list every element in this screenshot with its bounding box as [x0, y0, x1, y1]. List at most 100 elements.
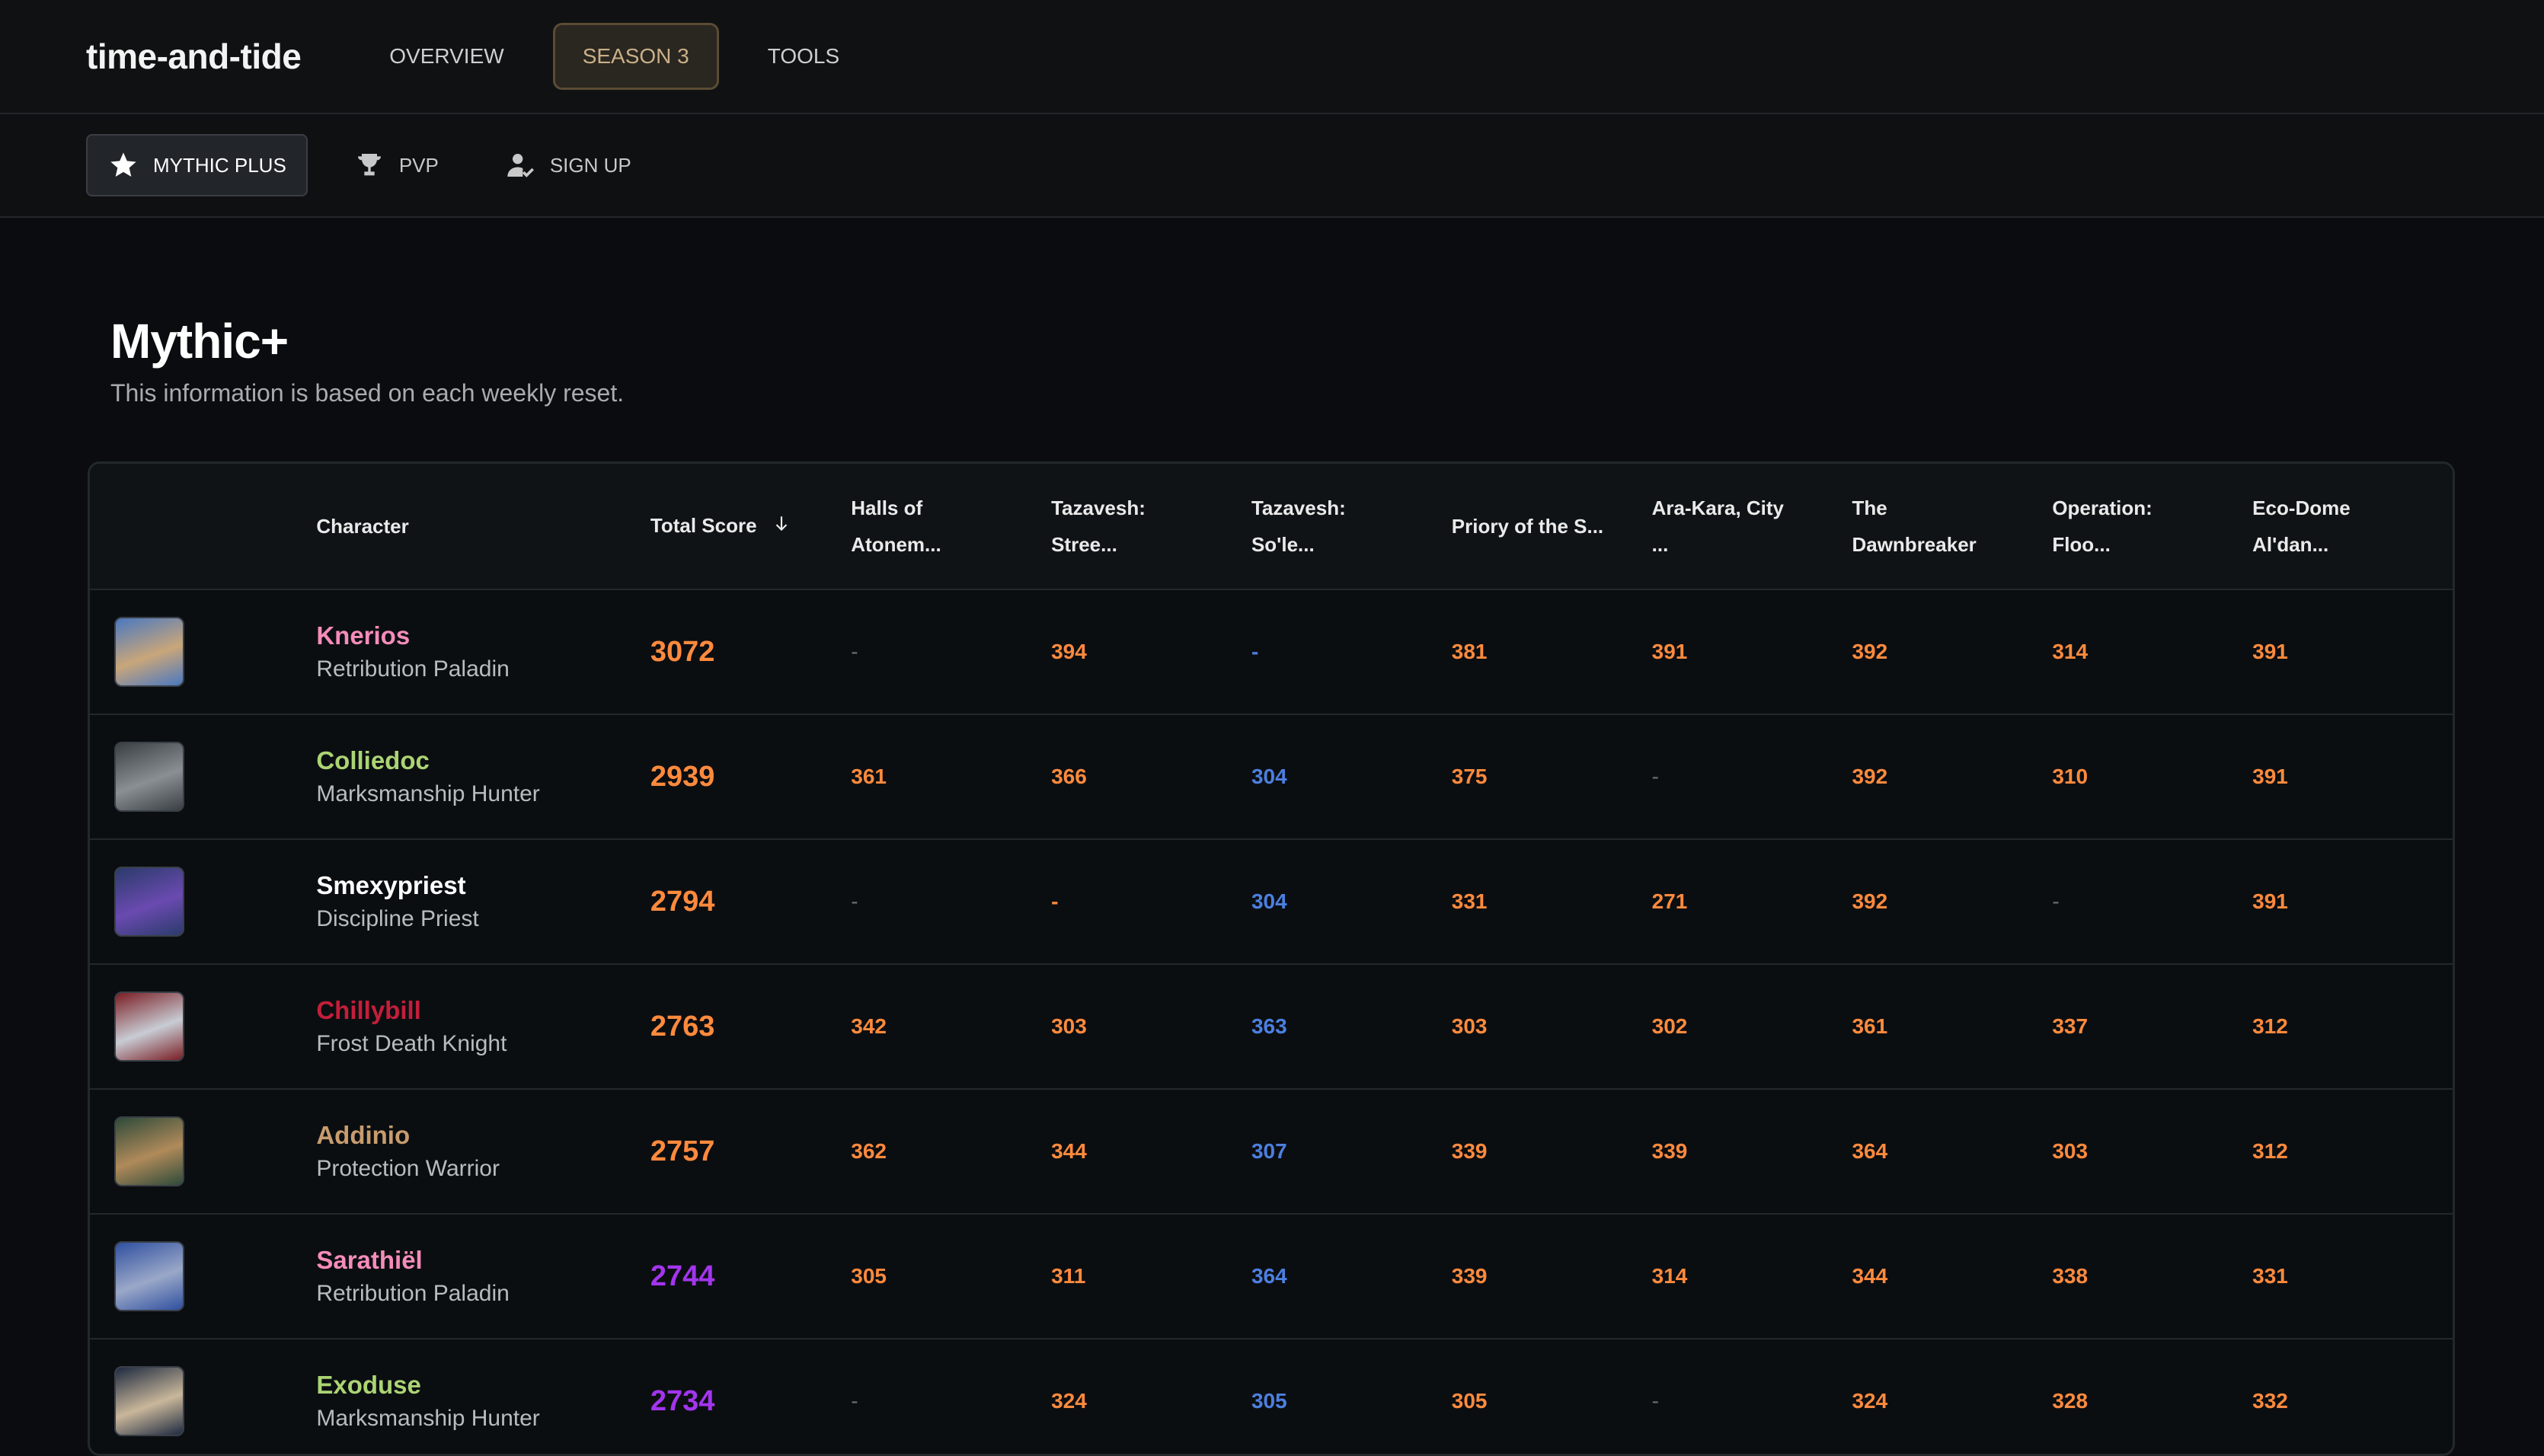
avatar-cell [90, 991, 316, 1062]
character-spec: Retribution Paladin [316, 1281, 510, 1306]
dungeon-score: 381 [1451, 640, 1488, 663]
character-spec: Protection Warrior [316, 1156, 500, 1181]
star-icon [107, 149, 139, 181]
dungeon-score: 375 [1451, 765, 1488, 788]
subtab-label: MYTHIC PLUS [153, 153, 286, 177]
character-name[interactable]: Smexypriest [316, 871, 650, 900]
dungeon-score: 303 [1451, 1014, 1488, 1038]
dungeon-score: 312 [2252, 1139, 2288, 1163]
avatar-cell [90, 617, 316, 687]
dungeon-score: 332 [2252, 1389, 2288, 1413]
dungeon-score: 310 [2052, 765, 2089, 788]
dungeon-score: - [851, 640, 858, 663]
subtab-pvp[interactable]: PVP [334, 134, 459, 196]
header-line: The [1852, 497, 1887, 519]
table-row[interactable]: Addinio Protection Warrior 2757 362 344 307 33… [90, 1090, 2453, 1215]
dungeon-score: 331 [2252, 1264, 2288, 1288]
header-dungeon[interactable]: Tazavesh: Stree... [1051, 490, 1251, 563]
dungeon-score: 311 [1051, 1264, 1086, 1288]
tab-season-3[interactable]: SEASON 3 [552, 23, 719, 90]
table-header: Character Total Score Halls of Atonem... … [90, 464, 2453, 590]
avatar [114, 1366, 184, 1436]
dungeon-score: 314 [1651, 1264, 1688, 1288]
header-line: Floo... [2052, 533, 2111, 556]
header-total-label: Total Score [650, 513, 757, 537]
character-spec: Retribution Paladin [316, 656, 510, 682]
character-cell: Knerios Retribution Paladin [316, 621, 650, 682]
avatar [114, 867, 184, 937]
tab-overview[interactable]: OVERVIEW [362, 23, 531, 90]
total-score: 2763 [650, 1010, 715, 1043]
header-character[interactable]: Character [316, 508, 650, 544]
dungeon-score: 307 [1251, 1139, 1287, 1163]
header-line: Ara-Kara, City [1651, 497, 1785, 519]
dungeon-score: 324 [1852, 1389, 1888, 1413]
trophy-icon [353, 149, 385, 181]
avatar-cell [90, 1366, 316, 1436]
top-nav: time-and-tide OVERVIEW SEASON 3 TOOLS [0, 0, 2544, 114]
dungeon-score: 344 [1852, 1264, 1888, 1288]
avatar [114, 742, 184, 812]
app-title[interactable]: time-and-tide [86, 36, 302, 77]
dungeon-score: - [851, 889, 858, 913]
dungeon-score: 303 [1051, 1014, 1087, 1038]
total-score: 2757 [650, 1135, 715, 1167]
table-row[interactable]: Exoduse Marksmanship Hunter 2734 - 324 305 305… [90, 1339, 2453, 1454]
header-total-score[interactable]: Total Score [650, 507, 851, 545]
page-subtitle: This information is based on each weekly… [110, 379, 625, 407]
header-line: Dawnbreaker [1852, 533, 1977, 556]
total-score: 2939 [650, 760, 715, 793]
header-dungeon[interactable]: Priory of the S... [1452, 508, 1652, 544]
table-row[interactable]: Chillybill Frost Death Knight 2763 342 303 36… [90, 965, 2453, 1090]
character-name[interactable]: Addinio [316, 1121, 650, 1150]
dungeon-score: - [851, 1389, 858, 1413]
character-name[interactable]: Chillybill [316, 996, 650, 1025]
character-cell: Colliedoc Marksmanship Hunter [316, 746, 650, 807]
dungeon-score: - [1251, 640, 1259, 663]
character-cell: Sarathiël Retribution Paladin [316, 1246, 650, 1307]
character-name[interactable]: Exoduse [316, 1371, 650, 1400]
dungeon-score: 337 [2052, 1014, 2089, 1038]
character-name[interactable]: Colliedoc [316, 746, 650, 775]
table-row[interactable]: Smexypriest Discipline Priest 2794 - - 304 331… [90, 840, 2453, 965]
header-line: Al'dan... [2252, 533, 2329, 556]
character-name[interactable]: Sarathiël [316, 1246, 650, 1275]
header-line: Eco-Dome [2252, 497, 2351, 519]
table-row[interactable]: Sarathiël Retribution Paladin 2744 305 311 36… [90, 1215, 2453, 1339]
dungeon-score: 339 [1451, 1139, 1488, 1163]
header-dungeon[interactable]: Eco-Dome Al'dan... [2252, 490, 2453, 563]
dungeon-score: 312 [2252, 1014, 2288, 1038]
sort-desc-icon [772, 509, 791, 545]
header-dungeon[interactable]: Tazavesh: So'le... [1251, 490, 1452, 563]
dungeon-score: 363 [1251, 1014, 1287, 1038]
header-dungeon[interactable]: Ara-Kara, City... [1652, 490, 1852, 563]
character-spec: Marksmanship Hunter [316, 781, 540, 806]
dungeon-score: 302 [1651, 1014, 1688, 1038]
avatar-cell [90, 867, 316, 937]
avatar-cell [90, 1116, 316, 1186]
subtab-sign-up[interactable]: SIGN UP [484, 134, 651, 196]
table-row[interactable]: Colliedoc Marksmanship Hunter 2939 361 366 30… [90, 715, 2453, 840]
character-name[interactable]: Knerios [316, 621, 650, 650]
tab-tools[interactable]: TOOLS [740, 23, 867, 90]
dungeon-score: 364 [1251, 1264, 1287, 1288]
avatar [114, 1116, 184, 1186]
dungeon-score: 364 [1852, 1139, 1888, 1163]
header-dungeon[interactable]: Halls of Atonem... [851, 490, 1051, 563]
dungeon-score: 361 [1852, 1014, 1888, 1038]
character-cell: Exoduse Marksmanship Hunter [316, 1371, 650, 1432]
character-cell: Chillybill Frost Death Knight [316, 996, 650, 1057]
header-dungeon[interactable]: Operation: Floo... [2052, 490, 2252, 563]
dungeon-score: 338 [2052, 1264, 2089, 1288]
avatar [114, 617, 184, 687]
character-spec: Marksmanship Hunter [316, 1406, 540, 1431]
table-row[interactable]: Knerios Retribution Paladin 3072 - 394 - 381 39… [90, 590, 2453, 715]
dungeon-score: - [1651, 1389, 1659, 1413]
subtab-mythic-plus[interactable]: MYTHIC PLUS [86, 134, 308, 196]
dungeon-score: 305 [1251, 1389, 1287, 1413]
total-score: 2744 [650, 1260, 715, 1292]
dungeon-score: 271 [1651, 889, 1688, 913]
header-line: Priory of the S... [1451, 515, 1604, 538]
dungeon-score: 304 [1251, 765, 1287, 788]
header-dungeon[interactable]: The Dawnbreaker [1852, 490, 2052, 563]
